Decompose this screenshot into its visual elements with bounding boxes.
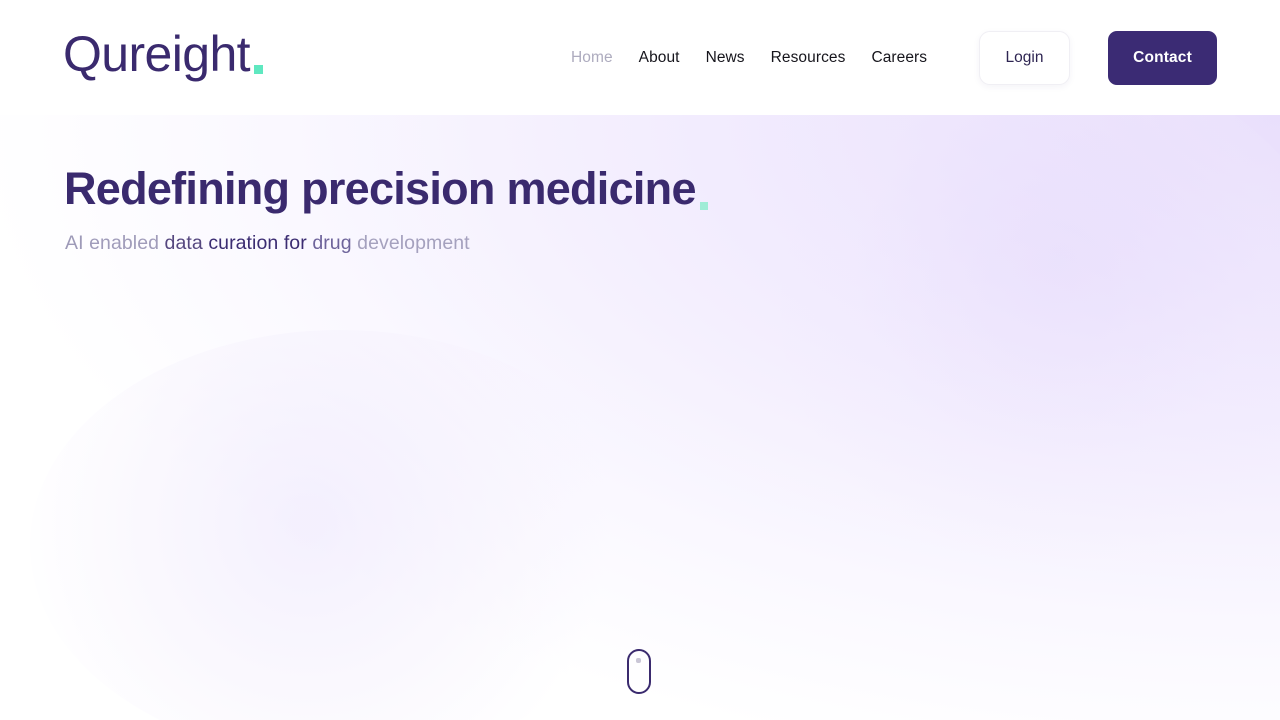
- hero-section: Redefining precision medicine AI enabled…: [0, 115, 1280, 720]
- hero-subtitle-word: drug: [312, 232, 352, 254]
- nav-link-news[interactable]: News: [693, 41, 758, 75]
- hero-title-text: Redefining precision medicine: [64, 163, 696, 214]
- hero-subtitle: AI enabled data curation for drug develo…: [65, 229, 470, 257]
- hero-title-dot-icon: [699, 202, 708, 211]
- nav-link-resources[interactable]: Resources: [758, 41, 859, 75]
- brand-logo[interactable]: Qureight: [63, 27, 263, 81]
- nav-link-home[interactable]: Home: [558, 41, 626, 75]
- login-button[interactable]: Login: [979, 31, 1070, 85]
- mouse-scroll-wheel-dot: [636, 658, 641, 663]
- mouse-scroll-icon[interactable]: [625, 648, 654, 696]
- page-root: Qureight Home About News Resources Caree…: [0, 0, 1280, 720]
- hero-subtitle-word: data: [164, 232, 203, 254]
- nav-link-careers[interactable]: Careers: [858, 41, 940, 75]
- hero-subtitle-word: curation: [208, 232, 279, 254]
- hero-subtitle-word: development: [357, 232, 470, 254]
- nav-link-about[interactable]: About: [626, 41, 693, 75]
- hero-subtitle-word: AI: [65, 232, 84, 254]
- site-header: Qureight Home About News Resources Caree…: [0, 0, 1280, 115]
- brand-logo-dot-icon: [253, 65, 263, 74]
- contact-button[interactable]: Contact: [1108, 31, 1217, 85]
- primary-navigation: Home About News Resources Careers: [558, 0, 940, 115]
- hero-subtitle-word: for: [283, 232, 307, 254]
- brand-logo-text: Qureight: [63, 26, 251, 82]
- hero-title: Redefining precision medicine: [64, 163, 708, 215]
- mouse-scroll-outline: [627, 649, 651, 694]
- hero-subtitle-word: enabled: [89, 232, 160, 254]
